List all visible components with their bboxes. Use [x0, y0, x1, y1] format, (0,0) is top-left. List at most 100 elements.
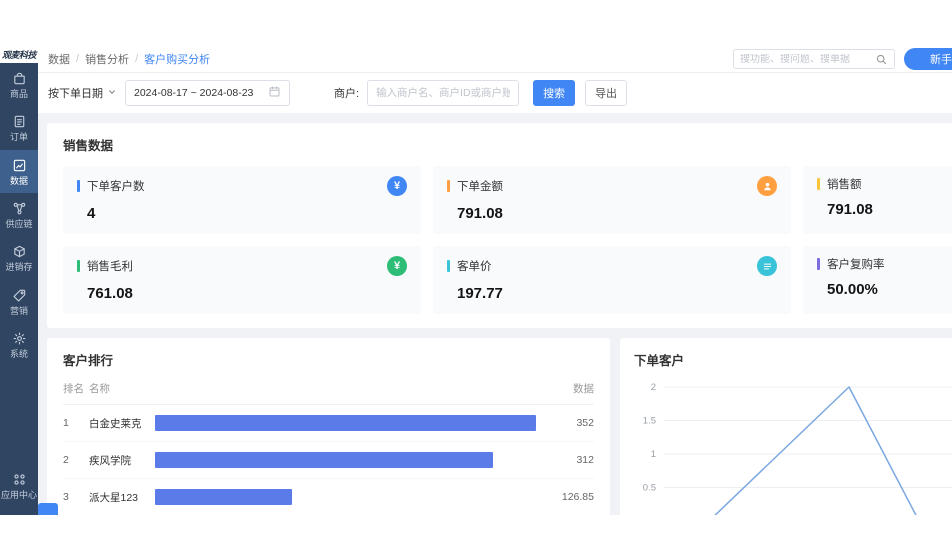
date-type-label: 按下单日期 — [48, 85, 103, 101]
breadcrumb-separator: / — [76, 53, 79, 65]
customer-ranking-card: 客户排行 排名 名称 数据 1白金史莱克3522疾风学院3123派大星12312… — [47, 338, 610, 515]
search-icon[interactable] — [875, 53, 888, 66]
order-customers-line-chart: 00.511.522024-08-172024-08-182024-08-192… — [634, 375, 952, 515]
stat-value: 791.08 — [447, 205, 777, 222]
sidebar-item-label: 营销 — [0, 306, 38, 316]
rank-number: 1 — [63, 417, 89, 429]
sidebar-item-4[interactable]: 进销存 — [0, 236, 38, 279]
column-name: 名称 — [89, 381, 155, 396]
global-search — [733, 49, 895, 69]
stat-card-2: 销售额 791.08 — [803, 166, 952, 234]
sidebar-item-app-center[interactable]: 应用中心 — [0, 464, 38, 507]
svg-text:1: 1 — [651, 449, 656, 460]
stat-label: 下单客户数 — [87, 178, 145, 194]
sidebar-item-5[interactable]: 营销 — [0, 280, 38, 323]
stat-value: 197.77 — [447, 285, 777, 302]
stat-accent-bar — [817, 258, 820, 270]
sidebar-item-label: 供应链 — [0, 219, 38, 229]
breadcrumb-sales-analysis[interactable]: 销售分析 — [85, 51, 129, 67]
list-circle-icon — [757, 256, 777, 276]
stat-value: 761.08 — [77, 285, 407, 302]
app-center-grid-icon — [12, 472, 27, 487]
rank-number: 3 — [63, 491, 89, 503]
stat-label: 客户复购率 — [827, 256, 885, 272]
yen-circle-icon: ¥ — [387, 176, 407, 196]
date-range-value: 2024-08-17 ~ 2024-08-23 — [134, 87, 253, 99]
stat-value: 4 — [77, 205, 407, 222]
sales-data-title: 销售数据 — [63, 135, 952, 154]
rank-bar-track — [155, 452, 536, 468]
svg-text:0.5: 0.5 — [643, 483, 656, 494]
sidebar: 商品订单数据供应链进销存营销系统应用中心 — [0, 63, 38, 515]
bottom-row: 客户排行 排名 名称 数据 1白金史莱克3522疾风学院3123派大星12312… — [47, 338, 952, 515]
merchant-label: 商户: — [334, 85, 359, 101]
rank-value: 312 — [546, 454, 594, 466]
customer-name: 派大星123 — [89, 490, 155, 505]
sidebar-item-label: 商品 — [0, 89, 38, 99]
sidebar-item-label: 系统 — [0, 349, 38, 359]
filter-bar: 按下单日期 2024-08-17 ~ 2024-08-23 商户: 搜索 导出 — [38, 73, 952, 113]
screenshot-root: 观麦科技 商品订单数据供应链进销存营销系统应用中心 数据 / 销售分析 / 客户… — [0, 0, 952, 553]
ranking-rows: 1白金史莱克3522疾风学院3123派大星123126.854海绵宝宝0.23 — [63, 405, 594, 515]
order-customers-card: 下单客户 00.511.522024-08-172024-08-182024-0… — [620, 338, 952, 515]
sidebar-item-6[interactable]: 系统 — [0, 323, 38, 366]
stat-card-3: 销售毛利 ¥761.08 — [63, 246, 421, 314]
sidebar-item-3[interactable]: 供应链 — [0, 193, 38, 236]
customer-name: 疾风学院 — [89, 453, 155, 468]
stat-value: 791.08 — [817, 201, 952, 218]
calendar-icon — [268, 85, 281, 101]
stat-accent-bar — [77, 180, 80, 192]
breadcrumb-data[interactable]: 数据 — [48, 51, 70, 67]
sales-data-card: 销售数据 下单客户数 ¥4 下单金额 791.08 销售额 791.08 销售毛利 ¥761.… — [47, 123, 952, 328]
column-value: 数据 — [573, 381, 594, 396]
rank-bar — [155, 415, 536, 431]
customer-ranking-title: 客户排行 — [63, 350, 594, 369]
sales-stats-grid: 下单客户数 ¥4 下单金额 791.08 销售额 791.08 销售毛利 ¥761.08 客单价… — [63, 166, 952, 314]
marketing-tag-icon — [12, 288, 27, 303]
app-logo: 观麦科技 — [0, 45, 38, 63]
supply-chain-icon — [12, 201, 27, 216]
stat-value: 50.00% — [817, 281, 952, 298]
search-button[interactable]: 搜索 — [533, 80, 575, 106]
ranking-table-header: 排名 名称 数据 — [63, 381, 594, 405]
user-circle-icon — [757, 176, 777, 196]
rank-bar — [155, 452, 493, 468]
stat-label: 下单金额 — [457, 178, 503, 194]
system-gear-icon — [12, 331, 27, 346]
yen-circle-icon: ¥ — [387, 256, 407, 276]
topbar: 数据 / 销售分析 / 客户购买分析 新手引导 — [38, 45, 952, 73]
merchant-search-input[interactable] — [367, 80, 519, 106]
ranking-row: 3派大星123 126.85 — [63, 479, 594, 515]
date-range-input[interactable]: 2024-08-17 ~ 2024-08-23 — [125, 80, 290, 106]
sidebar-item-label: 应用中心 — [0, 490, 38, 500]
stat-label: 客单价 — [457, 258, 492, 274]
stat-label: 销售毛利 — [87, 258, 133, 274]
content-area: 销售数据 下单客户数 ¥4 下单金额 791.08 销售额 791.08 销售毛利 ¥761.… — [38, 113, 952, 515]
stat-accent-bar — [447, 260, 450, 272]
stat-card-5: 客户复购率 50.00% — [803, 246, 952, 314]
inventory-cube-icon — [12, 244, 27, 259]
global-search-input[interactable] — [740, 54, 875, 65]
sidebar-item-label: 进销存 — [0, 262, 38, 272]
sidebar-item-0[interactable]: 商品 — [0, 63, 38, 106]
stat-card-4: 客单价 197.77 — [433, 246, 791, 314]
guide-button[interactable]: 新手引导 — [904, 48, 952, 70]
stat-accent-bar — [77, 260, 80, 272]
floating-widget[interactable] — [38, 503, 58, 515]
rank-bar-track — [155, 415, 536, 431]
rank-number: 2 — [63, 454, 89, 466]
breadcrumb-customer-purchase-analysis[interactable]: 客户购买分析 — [144, 51, 210, 67]
sidebar-item-label: 数据 — [0, 176, 38, 186]
sidebar-item-2[interactable]: 数据 — [0, 150, 38, 193]
order-doc-icon — [12, 114, 27, 129]
stat-accent-bar — [817, 178, 820, 190]
rank-value: 126.85 — [546, 491, 594, 503]
date-type-select[interactable]: 按下单日期 — [48, 85, 117, 101]
chevron-down-icon — [107, 87, 117, 100]
stat-label: 销售额 — [827, 176, 862, 192]
svg-text:2: 2 — [651, 382, 656, 393]
column-rank: 排名 — [63, 381, 89, 396]
export-button[interactable]: 导出 — [585, 80, 627, 106]
rank-value: 352 — [546, 417, 594, 429]
sidebar-item-1[interactable]: 订单 — [0, 106, 38, 149]
